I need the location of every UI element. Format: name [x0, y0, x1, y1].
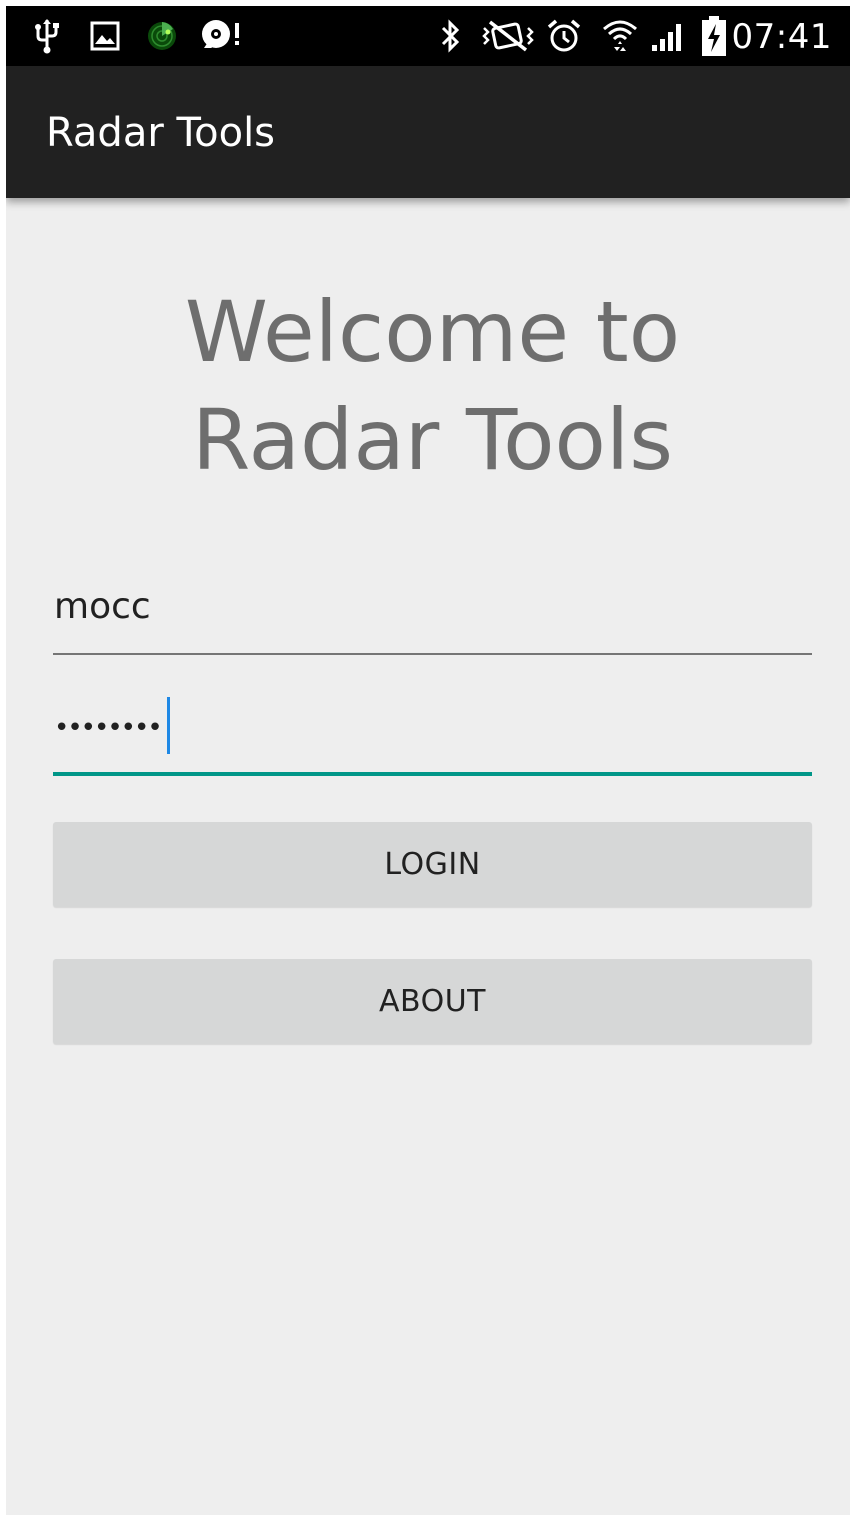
welcome-heading: Welcome to Radar Tools: [184, 283, 681, 489]
app-screen: 07:41 Radar Tools Welcome to Radar Tools…: [6, 6, 850, 1515]
usb-icon: [30, 6, 64, 66]
password-value: ••••••••: [54, 713, 163, 743]
username-value: mocc: [54, 586, 151, 627]
about-button[interactable]: ABOUT: [53, 959, 812, 1044]
status-bar: 07:41: [6, 6, 850, 66]
status-time: 07:41: [731, 17, 832, 57]
signal-icon: [646, 6, 690, 66]
app-title: Radar Tools: [46, 110, 276, 156]
alert-disc-icon: [196, 6, 246, 66]
password-field[interactable]: ••••••••: [53, 692, 812, 776]
username-field[interactable]: mocc: [53, 576, 812, 655]
bluetooth-icon: [434, 6, 468, 66]
alarm-icon: [544, 6, 584, 66]
nfc-icon: [476, 6, 540, 66]
wifi-icon: [598, 6, 642, 66]
battery-charging-icon: [696, 6, 732, 66]
action-bar: Radar Tools: [6, 66, 850, 198]
radar-app-icon: [144, 6, 180, 66]
text-cursor: [167, 697, 170, 754]
login-button[interactable]: LOGIN: [53, 822, 812, 907]
image-icon: [88, 6, 122, 66]
